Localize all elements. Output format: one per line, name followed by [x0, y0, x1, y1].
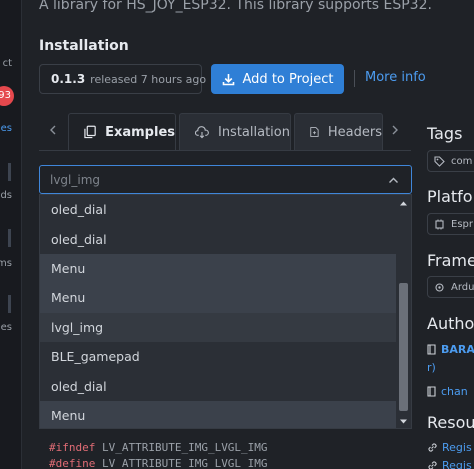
separator	[354, 70, 355, 87]
registry-link[interactable]: Regis	[427, 441, 472, 454]
code-keyword: #ifndef	[49, 441, 96, 454]
list-item[interactable]: BLE_gamepad	[40, 342, 397, 371]
code-preview: #ifndef LV_ATTRIBUTE_IMG_LVGL_IMG #defin…	[39, 437, 412, 469]
frameworks-title: Frame	[427, 251, 474, 270]
sidebar-devices-icon[interactable]	[8, 295, 11, 313]
activity-sidebar: ↑ ct 93 ies ds rms es	[0, 0, 22, 469]
platforms-title: Platfo	[427, 187, 473, 206]
sidebar-platforms-icon[interactable]	[8, 229, 11, 247]
tab-headers[interactable]: Headers	[294, 113, 383, 150]
notification-badge: 93	[0, 86, 14, 106]
list-item-selected[interactable]: lvgl_img	[40, 312, 397, 342]
sidebar-label-libraries[interactable]: ies	[0, 123, 12, 134]
tab-installation[interactable]: Installation	[179, 113, 291, 150]
scrollbar-thumb[interactable]	[399, 283, 408, 411]
tab-headers-label: Headers	[327, 124, 382, 140]
example-dropdown-list: oled_dial oled_dial Menu Menu lvgl_img B…	[39, 194, 412, 429]
tab-scroll-right-icon[interactable]	[387, 122, 403, 138]
version-number: 0.1.3	[51, 72, 86, 86]
author-link[interactable]: BARA	[427, 343, 474, 356]
code-keyword: #define	[49, 457, 96, 469]
more-info-link[interactable]: More info	[365, 70, 426, 85]
dropdown-scrollbar[interactable]	[396, 195, 411, 428]
add-to-project-button[interactable]: Add to Project	[211, 64, 344, 94]
download-icon	[222, 73, 234, 85]
tag-icon	[434, 155, 445, 167]
list-item[interactable]: Menu	[40, 400, 397, 428]
sidebar-boards-icon[interactable]	[8, 163, 11, 181]
chip-icon	[435, 219, 444, 229]
scroll-down-icon[interactable]	[399, 417, 408, 426]
scroll-up-icon[interactable]	[399, 199, 408, 208]
list-item[interactable]: Menu	[40, 283, 397, 313]
registry-link-2[interactable]: Regis	[427, 459, 472, 469]
example-select-input[interactable]: lvgl_img	[39, 165, 412, 194]
release-date: released 7 hours ago	[90, 72, 207, 86]
list-item[interactable]: oled_dial	[40, 224, 397, 253]
changelog-link[interactable]: chan	[427, 385, 468, 398]
author-suffix: r)	[427, 361, 436, 374]
platform-chip[interactable]: Espr	[427, 213, 474, 235]
list-item[interactable]: Menu	[40, 253, 397, 284]
copy-icon	[84, 125, 96, 139]
code-text: LV_ATTRIBUTE_IMG_LVGL_IMG	[95, 441, 268, 454]
resources-title: Resou	[427, 413, 474, 432]
tab-installation-label: Installation	[217, 124, 290, 140]
authors-title: Autho	[427, 314, 474, 333]
framework-chip[interactable]: Ardu	[427, 276, 474, 298]
file-icon	[310, 127, 319, 137]
sidebar-label-boards[interactable]: ds	[0, 190, 12, 201]
library-description: A library for HS_JOY_ESP32. This library…	[39, 0, 432, 13]
tags-title: Tags	[427, 124, 463, 143]
tab-examples-label: Examples	[105, 124, 175, 140]
sidebar-label-platforms[interactable]: rms	[0, 258, 12, 269]
book-icon	[427, 344, 436, 355]
sidebar-label-project[interactable]: ct	[3, 58, 12, 69]
link-icon	[428, 443, 437, 452]
version-select[interactable]: 0.1.3 released 7 hours ago	[39, 64, 206, 94]
tab-scroll-left-icon[interactable]	[45, 122, 61, 138]
chevron-up-icon	[389, 177, 398, 183]
installation-title: Installation	[39, 38, 129, 54]
link-icon	[428, 461, 437, 469]
settings-icon	[435, 282, 444, 292]
example-select-value: lvgl_img	[50, 172, 101, 187]
tab-examples[interactable]: Examples	[68, 113, 176, 150]
list-item[interactable]: oled_dial	[40, 195, 397, 224]
tab-underline	[39, 150, 411, 151]
sidebar-label-devices[interactable]: es	[1, 322, 12, 333]
code-text: LV_ATTRIBUTE_IMG_LVGL_IMG	[95, 457, 268, 469]
add-to-project-label: Add to Project	[242, 71, 334, 87]
list-item[interactable]: oled_dial	[40, 371, 397, 400]
tag-chip[interactable]: com	[427, 150, 474, 172]
sidebar-arrow-icon: ↑	[0, 40, 12, 51]
download-cloud-icon	[195, 125, 209, 138]
book-icon	[427, 386, 436, 397]
